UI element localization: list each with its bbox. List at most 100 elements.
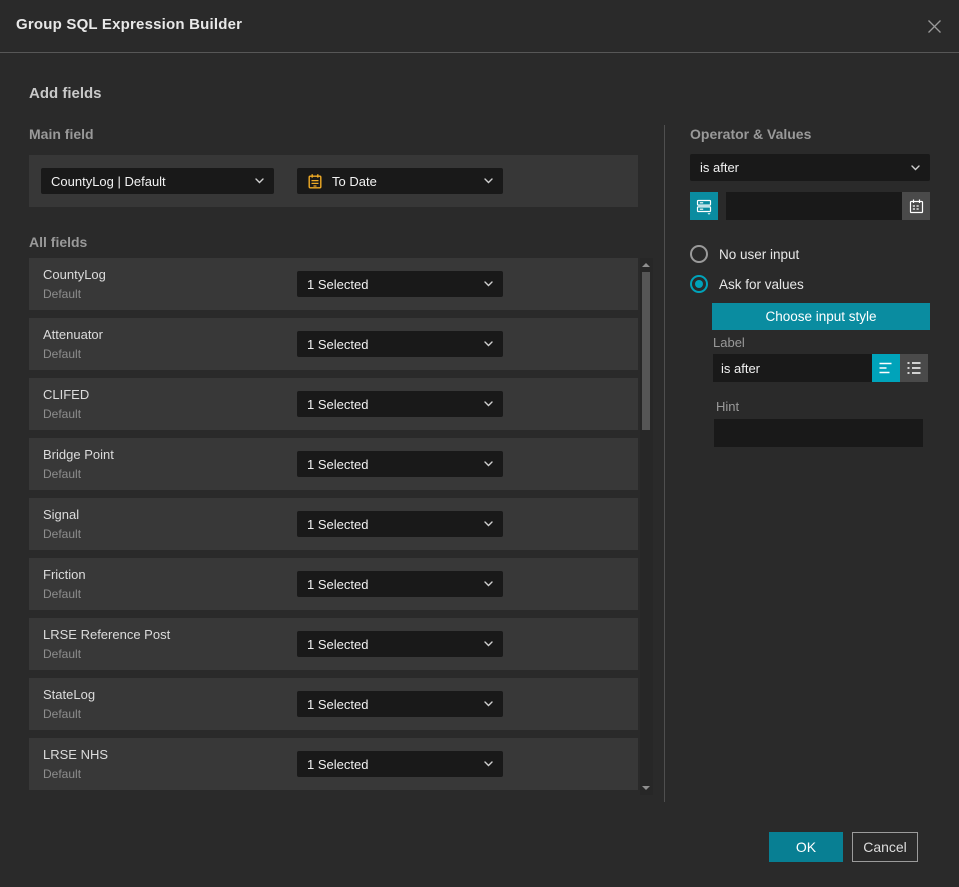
- label-caption: Label: [713, 335, 745, 350]
- hint-input[interactable]: [714, 419, 923, 447]
- scrollbar-thumb[interactable]: [642, 272, 650, 430]
- main-field-dropdown[interactable]: CountyLog | Default: [41, 168, 274, 194]
- input-style-text-button[interactable]: [872, 354, 900, 382]
- choose-input-style-button[interactable]: Choose input style: [712, 303, 930, 330]
- main-field-dropdown-value: CountyLog | Default: [51, 173, 166, 189]
- field-selection-dropdown-value: 1 Selected: [307, 456, 369, 472]
- group-sql-expression-builder-dialog: Group SQL Expression Builder Add fields …: [0, 0, 959, 887]
- field-selection-dropdown[interactable]: 1 Selected: [297, 271, 503, 297]
- chevron-down-icon: [484, 461, 493, 467]
- chevron-down-icon: [484, 701, 493, 707]
- cancel-button[interactable]: Cancel: [852, 832, 918, 862]
- list-icon: [907, 362, 921, 374]
- field-selection-dropdown[interactable]: 1 Selected: [297, 571, 503, 597]
- dialog-header: Group SQL Expression Builder: [0, 0, 959, 53]
- ok-button[interactable]: OK: [769, 832, 843, 862]
- field-selection-dropdown-value: 1 Selected: [307, 276, 369, 292]
- field-selection-dropdown-value: 1 Selected: [307, 756, 369, 772]
- field-selection-dropdown[interactable]: 1 Selected: [297, 751, 503, 777]
- field-selection-dropdown-value: 1 Selected: [307, 696, 369, 712]
- field-selection-dropdown[interactable]: 1 Selected: [297, 331, 503, 357]
- field-selection-dropdown[interactable]: 1 Selected: [297, 451, 503, 477]
- radio-no-user-input[interactable]: No user input: [690, 245, 799, 263]
- date-picker-button[interactable]: [902, 192, 930, 220]
- chevron-down-icon: [484, 341, 493, 347]
- field-subtitle: Default: [43, 767, 82, 781]
- field-subtitle: Default: [43, 467, 82, 481]
- hint-caption: Hint: [716, 399, 740, 414]
- chevron-down-icon: [484, 521, 493, 527]
- all-fields-list: CountyLog Default 1 Selected Attenuator …: [29, 258, 638, 798]
- label-input[interactable]: [713, 354, 872, 382]
- field-name: Bridge Point: [43, 447, 114, 462]
- operator-values-heading: Operator & Values: [690, 126, 812, 142]
- chevron-down-icon: [484, 581, 493, 587]
- operator-dropdown[interactable]: is after: [690, 154, 930, 181]
- main-field-panel: CountyLog | Default To Date: [29, 155, 638, 207]
- field-name: LRSE Reference Post: [43, 627, 171, 642]
- field-name: Signal: [43, 507, 80, 522]
- all-fields-heading: All fields: [29, 234, 88, 250]
- calendar-icon: [909, 199, 923, 213]
- chevron-down-icon: [484, 178, 493, 184]
- scrollbar-up-arrow[interactable]: [642, 263, 650, 267]
- field-subtitle: Default: [43, 347, 82, 361]
- field-row: LRSE Reference Post Default 1 Selected: [29, 618, 638, 670]
- field-selection-dropdown-value: 1 Selected: [307, 576, 369, 592]
- field-row: Friction Default 1 Selected: [29, 558, 638, 610]
- chevron-down-icon: [911, 164, 920, 170]
- field-row: Bridge Point Default 1 Selected: [29, 438, 638, 490]
- close-button[interactable]: [922, 14, 946, 38]
- chevron-down-icon: [484, 401, 493, 407]
- field-name: StateLog: [43, 687, 96, 702]
- field-selection-dropdown[interactable]: 1 Selected: [297, 511, 503, 537]
- add-fields-heading: Add fields: [29, 85, 102, 102]
- field-selection-dropdown-value: 1 Selected: [307, 516, 369, 532]
- chevron-down-icon: [255, 178, 264, 184]
- field-name: Friction: [43, 567, 86, 582]
- input-style-list-button[interactable]: [900, 354, 928, 382]
- radio-no-user-input-label: No user input: [719, 246, 800, 262]
- field-name: CountyLog: [43, 267, 106, 282]
- field-subtitle: Default: [43, 707, 82, 721]
- field-selection-dropdown[interactable]: 1 Selected: [297, 391, 503, 417]
- chevron-down-icon: [484, 281, 493, 287]
- radio-circle-icon: [690, 245, 708, 263]
- panel-divider: [664, 125, 665, 802]
- value-input[interactable]: [726, 192, 902, 220]
- main-field-heading: Main field: [29, 126, 94, 142]
- field-row: CLIFED Default 1 Selected: [29, 378, 638, 430]
- field-row: LRSE NHS Default 1 Selected: [29, 738, 638, 790]
- date-option-dropdown[interactable]: To Date: [297, 168, 503, 194]
- chevron-down-icon: [484, 641, 493, 647]
- field-row: Attenuator Default 1 Selected: [29, 318, 638, 370]
- field-subtitle: Default: [43, 287, 82, 301]
- field-selection-dropdown-value: 1 Selected: [307, 396, 369, 412]
- chevron-down-icon: [484, 761, 493, 767]
- field-subtitle: Default: [43, 647, 82, 661]
- field-name: LRSE NHS: [43, 747, 109, 762]
- calendar-icon: [307, 173, 323, 190]
- field-name: CLIFED: [43, 387, 90, 402]
- field-selection-dropdown[interactable]: 1 Selected: [297, 691, 503, 717]
- field-subtitle: Default: [43, 587, 82, 601]
- dialog-title: Group SQL Expression Builder: [16, 16, 243, 33]
- operator-dropdown-value: is after: [700, 160, 740, 175]
- align-left-icon: [879, 362, 892, 374]
- field-name: Attenuator: [43, 327, 103, 342]
- field-selection-dropdown-value: 1 Selected: [307, 636, 369, 652]
- value-mode-button[interactable]: [690, 192, 718, 220]
- field-subtitle: Default: [43, 407, 82, 421]
- scrollbar-down-arrow[interactable]: [642, 786, 650, 790]
- scrollbar[interactable]: [640, 258, 653, 795]
- stacked-values-icon: [696, 199, 711, 215]
- field-selection-dropdown[interactable]: 1 Selected: [297, 631, 503, 657]
- close-icon: [927, 19, 941, 33]
- radio-ask-for-values[interactable]: Ask for values: [690, 275, 804, 293]
- date-option-dropdown-value: To Date: [332, 173, 377, 189]
- field-row: CountyLog Default 1 Selected: [29, 258, 638, 310]
- field-row: StateLog Default 1 Selected: [29, 678, 638, 730]
- radio-circle-selected-icon: [690, 275, 708, 293]
- field-row: Signal Default 1 Selected: [29, 498, 638, 550]
- radio-ask-for-values-label: Ask for values: [719, 276, 804, 292]
